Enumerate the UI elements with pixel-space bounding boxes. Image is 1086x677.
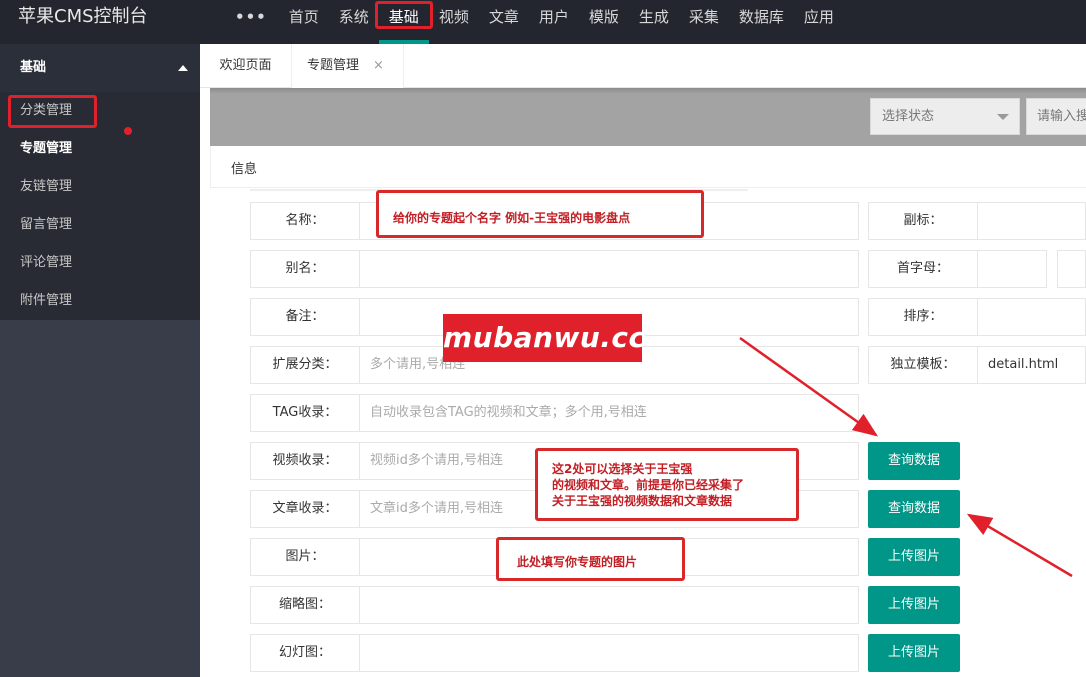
top-bar: 苹果CMS控制台 ••• 首页 系统 基础 视频 文章 用户 模版 生成 采集 … — [0, 0, 1086, 44]
sort-label: 排序： — [868, 298, 978, 336]
close-icon[interactable]: × — [373, 44, 384, 88]
annotation-name-tip: 给你的专题起个名字 例如-王宝强的电影盘点 — [376, 190, 704, 238]
template-field[interactable]: detail.html — [977, 346, 1086, 384]
annotation-collect-line-1: 这2处可以选择关于王宝强 — [552, 462, 693, 476]
slide-label: 幻灯图： — [250, 634, 360, 672]
sidebar-item-attachments[interactable]: 附件管理 — [0, 282, 200, 320]
top-nav-system[interactable]: 系统 — [329, 0, 379, 44]
sidebar-group-basic[interactable]: 基础 — [0, 44, 200, 92]
tab-topic[interactable]: 专题管理 × — [292, 44, 404, 88]
top-nav-database[interactable]: 数据库 — [729, 0, 794, 44]
sort-field[interactable] — [977, 298, 1086, 336]
main-content: 选择状态 请输入搜 信息 名称： 别名： 备注： 扩展分类： 多个请用,号相连 … — [200, 88, 1086, 677]
ext-type-label: 扩展分类： — [250, 346, 360, 384]
tag-label: TAG收录： — [250, 394, 360, 432]
top-nav-template[interactable]: 模版 — [579, 0, 629, 44]
highlight-box — [8, 95, 97, 128]
template-label: 独立模板： — [868, 346, 978, 384]
upload-slide-button[interactable]: 上传图片 — [868, 634, 960, 672]
thumb-label: 缩略图： — [250, 586, 360, 624]
chevron-down-icon — [997, 114, 1009, 120]
video-label: 视频收录： — [250, 442, 360, 480]
top-nav: ••• 首页 系统 基础 视频 文章 用户 模版 生成 采集 数据库 应用 — [230, 0, 844, 44]
sidebar-item-topic[interactable]: 专题管理 — [0, 130, 200, 168]
top-nav-apps[interactable]: 应用 — [794, 0, 844, 44]
upload-pic-button[interactable]: 上传图片 — [868, 538, 960, 576]
sidebar-item-comments[interactable]: 评论管理 — [0, 244, 200, 282]
name-label: 名称： — [250, 202, 360, 240]
upload-thumb-button[interactable]: 上传图片 — [868, 586, 960, 624]
annotation-collect-tip: 这2处可以选择关于王宝强 的视频和文章。前提是你已经采集了 关于王宝强的视频数据… — [535, 448, 799, 521]
app-title: 苹果CMS控制台 — [18, 6, 148, 27]
sub-field[interactable] — [977, 202, 1086, 240]
query-video-button[interactable]: 查询数据 — [868, 442, 960, 480]
top-nav-video[interactable]: 视频 — [429, 0, 479, 44]
sidebar: 基础 分类管理 专题管理 友链管理 留言管理 评论管理 附件管理 — [0, 44, 200, 677]
search-input[interactable]: 请输入搜 — [1026, 98, 1086, 135]
annotation-collect-line-2: 的视频和文章。前提是你已经采集了 — [552, 478, 745, 492]
slide-field[interactable] — [359, 634, 859, 672]
annotation-pic-tip: 此处填写你专题的图片 — [496, 537, 685, 581]
highlight-box — [374, 1, 433, 29]
query-article-button[interactable]: 查询数据 — [868, 490, 960, 528]
thumb-field[interactable] — [359, 586, 859, 624]
caret-up-icon — [178, 65, 188, 71]
sub-label: 副标： — [868, 202, 978, 240]
tab-topic-label: 专题管理 — [307, 58, 360, 73]
annotation-dot — [124, 127, 132, 135]
top-nav-home[interactable]: 首页 — [279, 0, 329, 44]
top-nav-collect[interactable]: 采集 — [679, 0, 729, 44]
tab-bar: 欢迎页面 专题管理 × — [200, 44, 1086, 88]
status-select-value: 选择状态 — [882, 109, 935, 124]
article-label: 文章收录： — [250, 490, 360, 528]
sidebar-group-label: 基础 — [20, 60, 47, 75]
letter-label: 首字母： — [868, 250, 978, 288]
watermark-logo: mubanwu.cc — [443, 314, 645, 362]
panel-header: 信息 — [210, 146, 1086, 188]
annotation-collect-line-3: 关于王宝强的视频数据和文章数据 — [552, 494, 733, 508]
panel-title: 信息 — [231, 162, 258, 177]
filter-toolbar: 选择状态 请输入搜 — [210, 88, 1086, 146]
letter-extra-field[interactable] — [1057, 250, 1086, 288]
alias-label: 别名： — [250, 250, 360, 288]
letter-field[interactable] — [977, 250, 1047, 288]
tag-field[interactable]: 自动收录包含TAG的视频和文章；多个用,号相连 — [359, 394, 859, 432]
top-nav-more[interactable]: ••• — [230, 0, 279, 44]
top-nav-basic[interactable]: 基础 — [374, 0, 433, 44]
top-nav-user[interactable]: 用户 — [529, 0, 579, 44]
sidebar-item-links[interactable]: 友链管理 — [0, 168, 200, 206]
remark-label: 备注： — [250, 298, 360, 336]
top-nav-article[interactable]: 文章 — [479, 0, 529, 44]
status-select[interactable]: 选择状态 — [870, 98, 1020, 135]
tab-welcome[interactable]: 欢迎页面 — [200, 44, 292, 88]
alias-field[interactable] — [359, 250, 859, 288]
sidebar-item-guestbook[interactable]: 留言管理 — [0, 206, 200, 244]
pic-label: 图片： — [250, 538, 360, 576]
top-nav-generate[interactable]: 生成 — [629, 0, 679, 44]
